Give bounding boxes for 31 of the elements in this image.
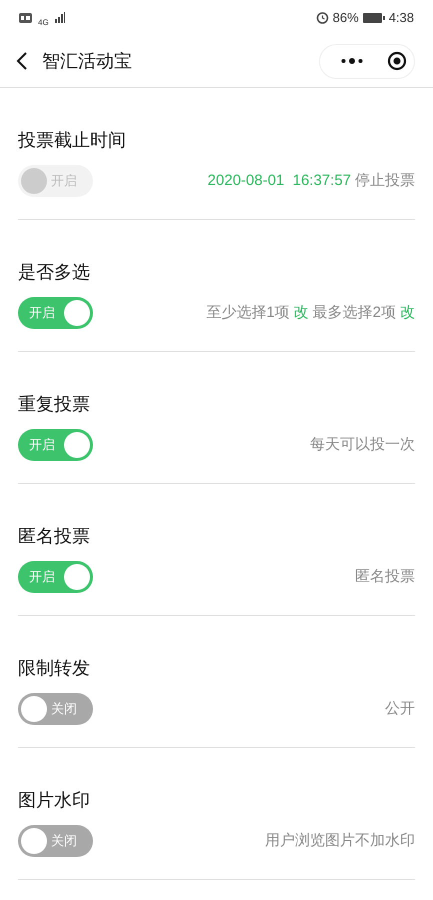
setting-title: 图片水印 [18, 789, 91, 812]
page-title: 智汇活动宝 [42, 50, 132, 72]
setting-title: 是否多选 [18, 261, 91, 284]
setting-detail: 最多选择2项 [312, 302, 396, 323]
toggle-switch[interactable]: 开启 [18, 561, 93, 593]
setting-detail: 用户浏览图片不加水印 [265, 830, 415, 851]
toggle-switch[interactable]: 开启 [18, 429, 93, 461]
toggle-switch[interactable]: 关闭 [18, 693, 93, 725]
setting-detail: 至少选择1项 [206, 302, 290, 323]
hd-icon [19, 12, 32, 22]
battery-icon [362, 12, 385, 22]
edit-link[interactable]: 改 [294, 302, 309, 324]
setting-title: 重复投票 [18, 393, 91, 416]
network-type: 4G [38, 18, 49, 26]
signal-icon [54, 12, 65, 23]
setting-title: 匿名投票 [18, 525, 91, 548]
alarm-icon [316, 11, 329, 24]
setting-detail: 公开 [385, 698, 415, 719]
setting-detail: 停止投票 [355, 170, 415, 191]
battery-percent: 86% [332, 8, 359, 27]
edit-link[interactable]: 改 [400, 302, 415, 324]
toggle-switch[interactable]: 开启 [18, 297, 93, 329]
setting-title: 限制转发 [18, 657, 91, 680]
deadline-value: 2020-08-01 16:37:57 [208, 170, 351, 191]
clock-time: 4:38 [388, 8, 414, 27]
setting-detail: 每天可以投一次 [310, 434, 415, 455]
setting-detail: 匿名投票 [355, 566, 415, 587]
more-icon[interactable] [341, 58, 363, 64]
setting-title: 投票截止时间 [18, 129, 127, 152]
toggle-switch[interactable]: 关闭 [18, 825, 93, 857]
back-icon[interactable] [16, 52, 28, 70]
